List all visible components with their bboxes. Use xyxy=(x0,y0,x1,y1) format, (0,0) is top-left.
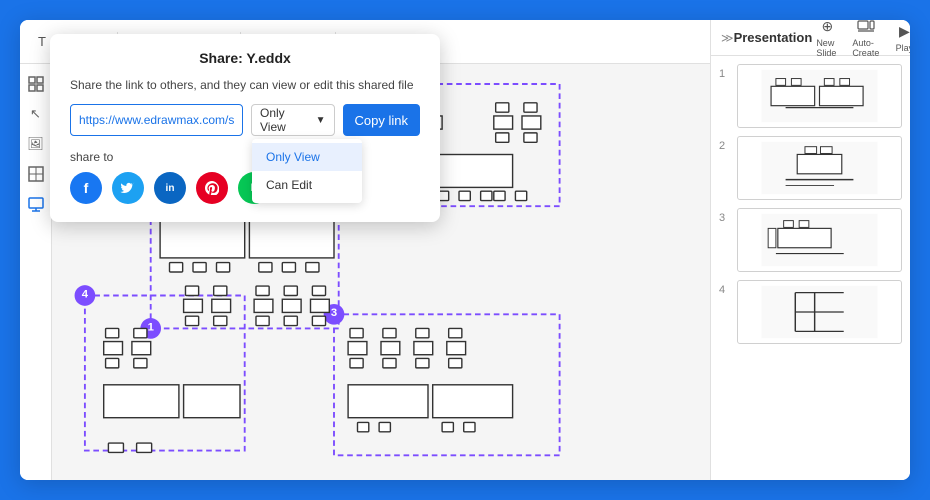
dropdown-chevron-icon: ▼ xyxy=(316,115,326,126)
dropdown-menu: Only View Can Edit xyxy=(252,139,362,203)
slide-number-3: 3 xyxy=(719,208,731,224)
slide-item-1[interactable]: 1 xyxy=(719,64,902,128)
svg-text:4: 4 xyxy=(82,288,89,300)
left-icon-present[interactable] xyxy=(24,192,48,216)
svg-text:3: 3 xyxy=(331,307,337,319)
slide-thumb-3[interactable] xyxy=(737,208,902,272)
slide-number-2: 2 xyxy=(719,136,731,152)
play-button[interactable]: ▶ Play xyxy=(889,21,910,55)
left-icon-image[interactable]: 🖼 xyxy=(24,132,48,156)
left-iconbar: ↖ 🖼 xyxy=(20,64,52,480)
expand-icon[interactable]: ≫ xyxy=(721,28,734,48)
play-label: Play xyxy=(896,43,910,53)
pinterest-icon[interactable] xyxy=(196,172,228,204)
dropdown-option-can-edit[interactable]: Can Edit xyxy=(252,171,362,199)
dialog-title: Share: Y.eddx xyxy=(70,50,420,66)
facebook-icon[interactable]: f xyxy=(70,172,102,204)
side-panel-header: ≫ Presentation ⊕ New Slide Auto-Create ▶… xyxy=(711,20,910,56)
copy-link-button[interactable]: Copy link xyxy=(343,104,420,136)
left-icon-shapes[interactable] xyxy=(24,72,48,96)
side-panel-actions: ⊕ New Slide Auto-Create ▶ Play xyxy=(812,20,910,60)
slide-list: 1 2 xyxy=(711,56,910,360)
link-input[interactable] xyxy=(70,104,243,136)
auto-create-icon xyxy=(855,20,877,36)
slide-thumb-1[interactable] xyxy=(737,64,902,128)
dialog-description: Share the link to others, and they can v… xyxy=(70,78,420,92)
slide-thumb-4[interactable] xyxy=(737,280,902,344)
new-slide-label: New Slide xyxy=(816,38,838,58)
svg-text:1: 1 xyxy=(148,321,154,333)
share-dialog: Share: Y.eddx Share the link to others, … xyxy=(50,34,440,222)
slide-item-2[interactable]: 2 xyxy=(719,136,902,200)
new-slide-icon: ⊕ xyxy=(816,20,838,36)
side-panel: ≫ Presentation ⊕ New Slide Auto-Create ▶… xyxy=(710,20,910,480)
editor-container: T ↗ ↪ ◇ ⊞ ⊟ △ — ◎ ⬜ 🔍 ⊕ ⋯ ↖ 🖼 xyxy=(20,20,910,480)
social-icons: f in L xyxy=(70,172,420,204)
dropdown-option-only-view[interactable]: Only View xyxy=(252,143,362,171)
left-icon-cursor[interactable]: ↖ xyxy=(24,102,48,126)
auto-create-button[interactable]: Auto-Create xyxy=(848,20,883,60)
slide-number-1: 1 xyxy=(719,64,731,80)
linkedin-icon[interactable]: in xyxy=(154,172,186,204)
play-icon: ▶ xyxy=(893,23,910,41)
share-to-label: share to xyxy=(70,150,420,164)
auto-create-label: Auto-Create xyxy=(852,38,879,58)
left-icon-grid[interactable] xyxy=(24,162,48,186)
view-dropdown-label: Only View xyxy=(260,106,312,134)
slide-item-4[interactable]: 4 xyxy=(719,280,902,344)
twitter-icon[interactable] xyxy=(112,172,144,204)
slide-item-3[interactable]: 3 xyxy=(719,208,902,272)
link-row: Only View ▼ Only View Can Edit Copy link xyxy=(70,104,420,136)
new-slide-button[interactable]: ⊕ New Slide xyxy=(812,20,842,60)
view-dropdown[interactable]: Only View ▼ Only View Can Edit xyxy=(251,104,335,136)
slide-thumb-2[interactable] xyxy=(737,136,902,200)
side-panel-title: Presentation xyxy=(734,30,813,45)
slide-number-4: 4 xyxy=(719,280,731,296)
